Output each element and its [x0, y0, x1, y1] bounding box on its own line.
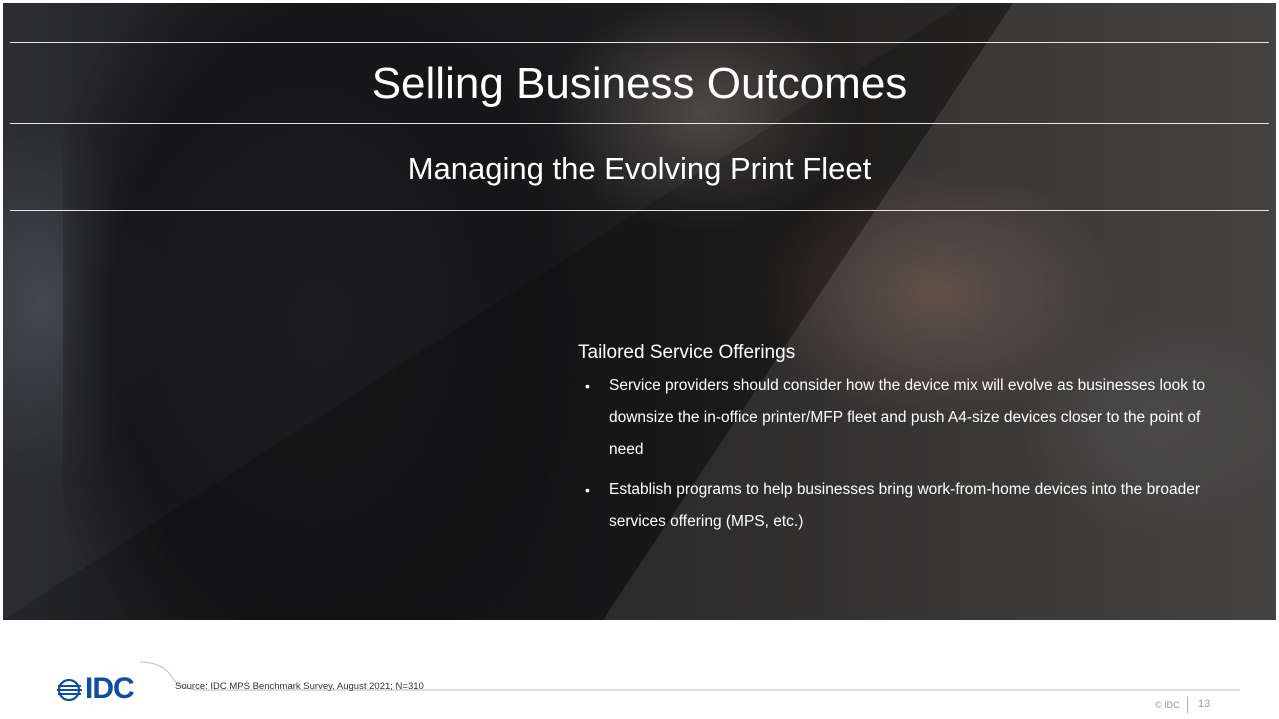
slide-subtitle: Managing the Evolving Print Fleet — [407, 151, 872, 186]
subtitle-bottom-rule — [10, 210, 1269, 211]
idc-globe-icon — [57, 678, 82, 702]
slide: Selling Business Outcomes Managing the E… — [0, 0, 1279, 719]
bullet-text: Service providers should consider how th… — [609, 377, 1206, 458]
title-top-rule — [10, 42, 1269, 43]
page-number-separator — [1187, 697, 1188, 713]
section-heading: Tailored Service Offerings — [578, 342, 796, 363]
slide-title: Selling Business Outcomes — [371, 59, 908, 108]
source-note: Source: IDC MPS Benchmark Survey, August… — [175, 681, 424, 692]
copyright-text: © IDC — [1155, 700, 1180, 710]
bullet-marker: • — [585, 378, 590, 394]
bullet-item: • Service providers should consider how … — [578, 370, 1238, 466]
bullet-text: Establish programs to help businesses br… — [609, 481, 1201, 530]
title-bottom-rule — [10, 123, 1269, 124]
idc-logo-text: IDC — [85, 672, 135, 705]
content-block: Tailored Service Offerings • Service pro… — [578, 338, 1238, 546]
footer-divider-curve — [140, 661, 1240, 691]
bullet-marker: • — [585, 482, 590, 498]
page-number: 13 — [1198, 698, 1211, 710]
bullet-item: • Establish programs to help businesses … — [578, 474, 1238, 538]
